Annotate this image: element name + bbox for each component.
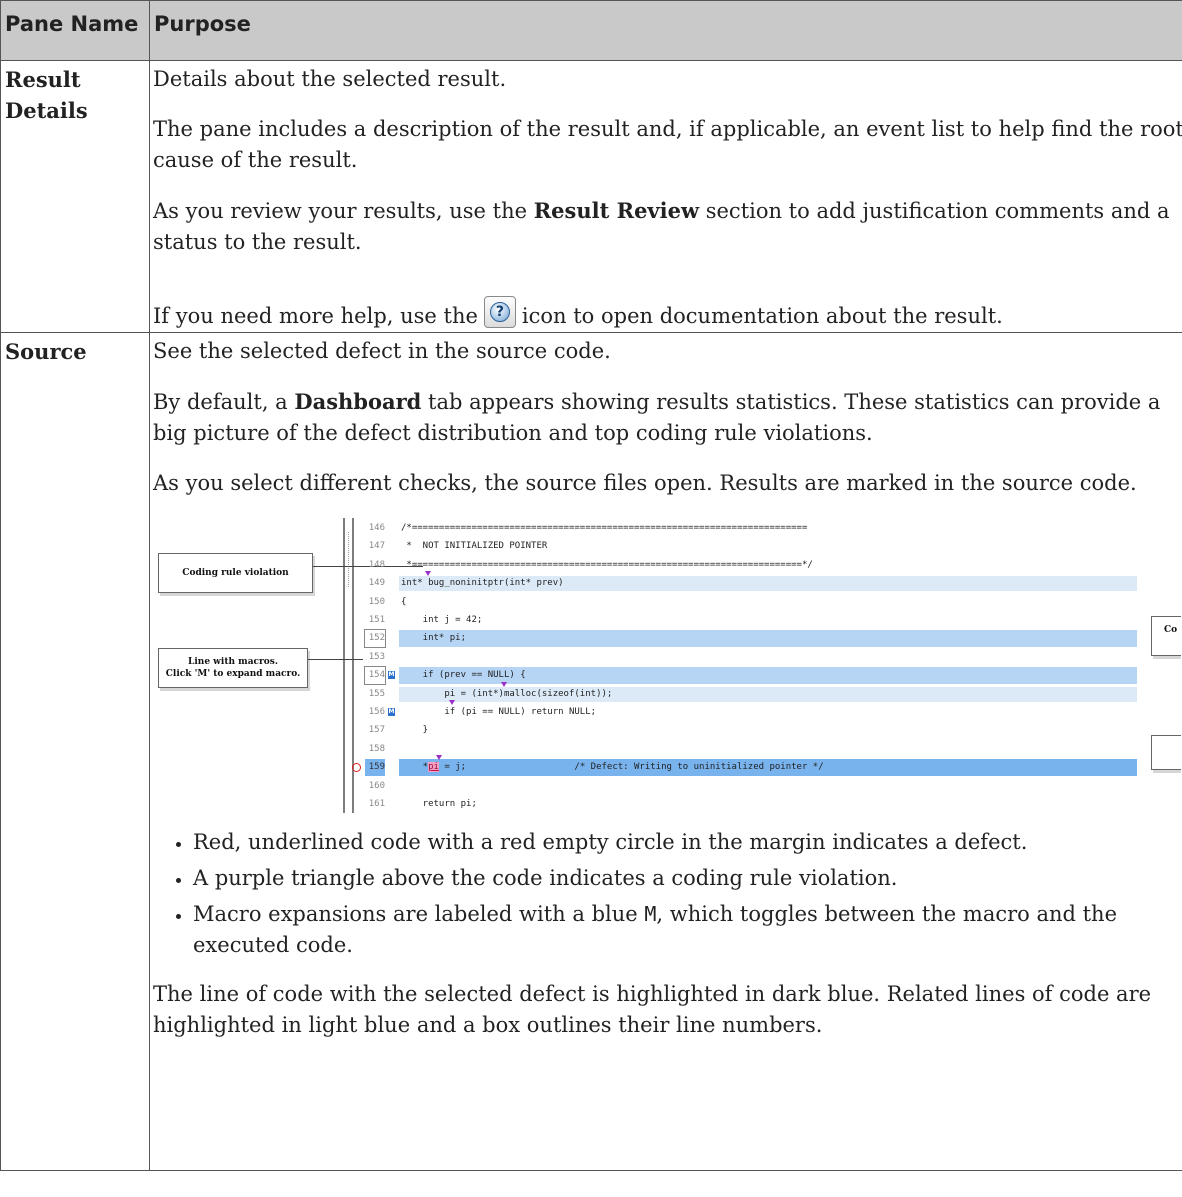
paragraph: If you need more help, use the? icon to o… [153, 296, 1182, 332]
text: As you review your results, use the [153, 199, 534, 223]
paragraph: As you review your results, use the Resu… [153, 195, 1182, 258]
line-number: 147 [368, 541, 385, 552]
code-line: 152 int* pi; [364, 629, 1181, 649]
code-line: 153 [365, 649, 1181, 666]
text: Macro expansions are labeled with a blue [193, 902, 645, 926]
line-number: 146 [368, 523, 385, 533]
gutter-border [343, 518, 345, 813]
paragraph: See the selected defect in the source co… [153, 339, 611, 363]
list-item: Red, underlined code with a red empty ci… [193, 827, 1182, 858]
code-text: * [401, 762, 429, 773]
line-number: 151 [368, 615, 385, 625]
line-number: 148 [368, 559, 385, 570]
code-line: 151 int j = 42; [365, 612, 1181, 629]
macro-expand-icon[interactable]: M [388, 671, 395, 680]
gutter-dots [348, 532, 350, 587]
code-text: int* bug_noninitptr(int* prev) [401, 578, 564, 589]
callout-leader [308, 659, 363, 660]
code-text: = j; /* Defect: Writing to uninitialized… [438, 762, 824, 773]
code-line: 159 *pi = j; /* Defect: Writing to unini… [352, 755, 1181, 777]
callout-text: Line with macros. [188, 657, 278, 667]
code-text-defect-line: *pi = j; /* Defect: Writing to uninitial… [401, 759, 824, 776]
bold-text: Dashboard [294, 389, 422, 414]
list-item: A purple triangle above the code indicat… [193, 863, 1182, 894]
help-question-icon: ? [483, 296, 516, 328]
rule-violation-triangle-icon [449, 700, 455, 705]
table-row: Result Details Details about the selecte… [0, 60, 1182, 333]
code-line: 157 } [365, 722, 1181, 739]
text: If you need more help, use the [153, 304, 478, 328]
code-line: 149 int* bug_noninitptr(int* prev) [365, 571, 1181, 592]
header-purpose: Purpose [149, 0, 1182, 61]
list-item: Macro expansions are labeled with a blue… [193, 899, 1182, 961]
paragraph: By default, a Dashboard tab appears show… [153, 386, 1182, 449]
code-line: 155 pi = (int*)malloc(sizeof(int)); [365, 681, 1181, 703]
code-line: 146 /*===================================… [365, 520, 1181, 537]
bold-text: Result Review [533, 198, 700, 223]
line-number: 152 [364, 629, 386, 649]
code-text: /*======================================… [401, 523, 808, 533]
line-number: 159 [365, 759, 385, 777]
paragraph: As you select different checks, the sour… [153, 471, 1137, 495]
text: By default, a [153, 390, 295, 414]
paragraph: The pane includes a description of the r… [153, 117, 1182, 172]
source-code-figure: Coding rule violation Line with macros. … [153, 518, 1181, 813]
bullet-list: Red, underlined code with a red empty ci… [153, 827, 1182, 961]
row-purpose-source: See the selected defect in the source co… [149, 332, 1182, 1171]
code-text: if (pi == NULL) return NULL; [401, 707, 597, 717]
table-row: Source See the selected defect in the so… [0, 332, 1182, 1171]
defect-token[interactable]: pi [428, 762, 439, 773]
code-line: 150 { [365, 594, 1181, 611]
code-text: *=======================================… [401, 559, 813, 570]
code-line: 154 M if (prev == NULL) { [364, 666, 1181, 686]
line-number: 161 [368, 799, 385, 809]
line-number: 156 [368, 707, 385, 717]
code-text: { [401, 596, 407, 607]
callout-coding-rule: Coding rule violation [158, 553, 313, 593]
code-text: * NOT INITIALIZED POINTER [401, 541, 548, 552]
row-purpose-result-details: Details about the selected result. The p… [149, 60, 1182, 333]
line-number: 149 [368, 578, 385, 589]
callout-text: Click 'M' to expand macro. [165, 669, 301, 679]
panes-table: Pane Name Purpose Result Details Details… [0, 0, 1182, 1171]
header-pane-name: Pane Name [0, 0, 150, 61]
code-line: 161 return pi; [365, 796, 1181, 813]
rule-violation-triangle-icon [425, 571, 431, 577]
defect-circle-icon [352, 763, 361, 773]
callout-macros: Line with macros. Click 'M' to expand ma… [158, 648, 308, 688]
code-line: 148 *===================================… [365, 557, 1181, 574]
row-name-source: Source [0, 332, 150, 1171]
code-text: return pi; [401, 799, 477, 809]
code-text: pi = (int*)malloc(sizeof(int)); [401, 688, 613, 699]
line-number: 150 [368, 596, 385, 607]
rule-violation-triangle-icon [501, 681, 507, 687]
code-line: 156 M if (pi == NULL) return NULL; [365, 700, 1181, 721]
code-text: M [644, 902, 657, 926]
macro-expand-icon[interactable]: M [388, 708, 395, 716]
line-number: 153 [368, 651, 385, 662]
code-line: 160 [365, 778, 1181, 795]
table-header-row: Pane Name Purpose [0, 0, 1182, 61]
code-line: 147 * NOT INITIALIZED POINTER [365, 538, 1181, 555]
paragraph: The line of code with the selected defec… [153, 982, 1152, 1037]
line-number: 157 [368, 725, 385, 736]
code-text: int* pi; [401, 633, 467, 644]
line-number: 155 [368, 688, 385, 699]
code-line: 158 [365, 741, 1181, 758]
line-number: 158 [368, 743, 385, 754]
line-number: 154 [364, 666, 386, 686]
code-text: } [401, 725, 429, 736]
line-number: 160 [368, 780, 385, 791]
text: icon to open documentation about the res… [521, 304, 1003, 328]
code-text: int j = 42; [401, 615, 483, 625]
row-name-result-details: Result Details [0, 60, 150, 333]
paragraph: Details about the selected result. [153, 67, 507, 91]
